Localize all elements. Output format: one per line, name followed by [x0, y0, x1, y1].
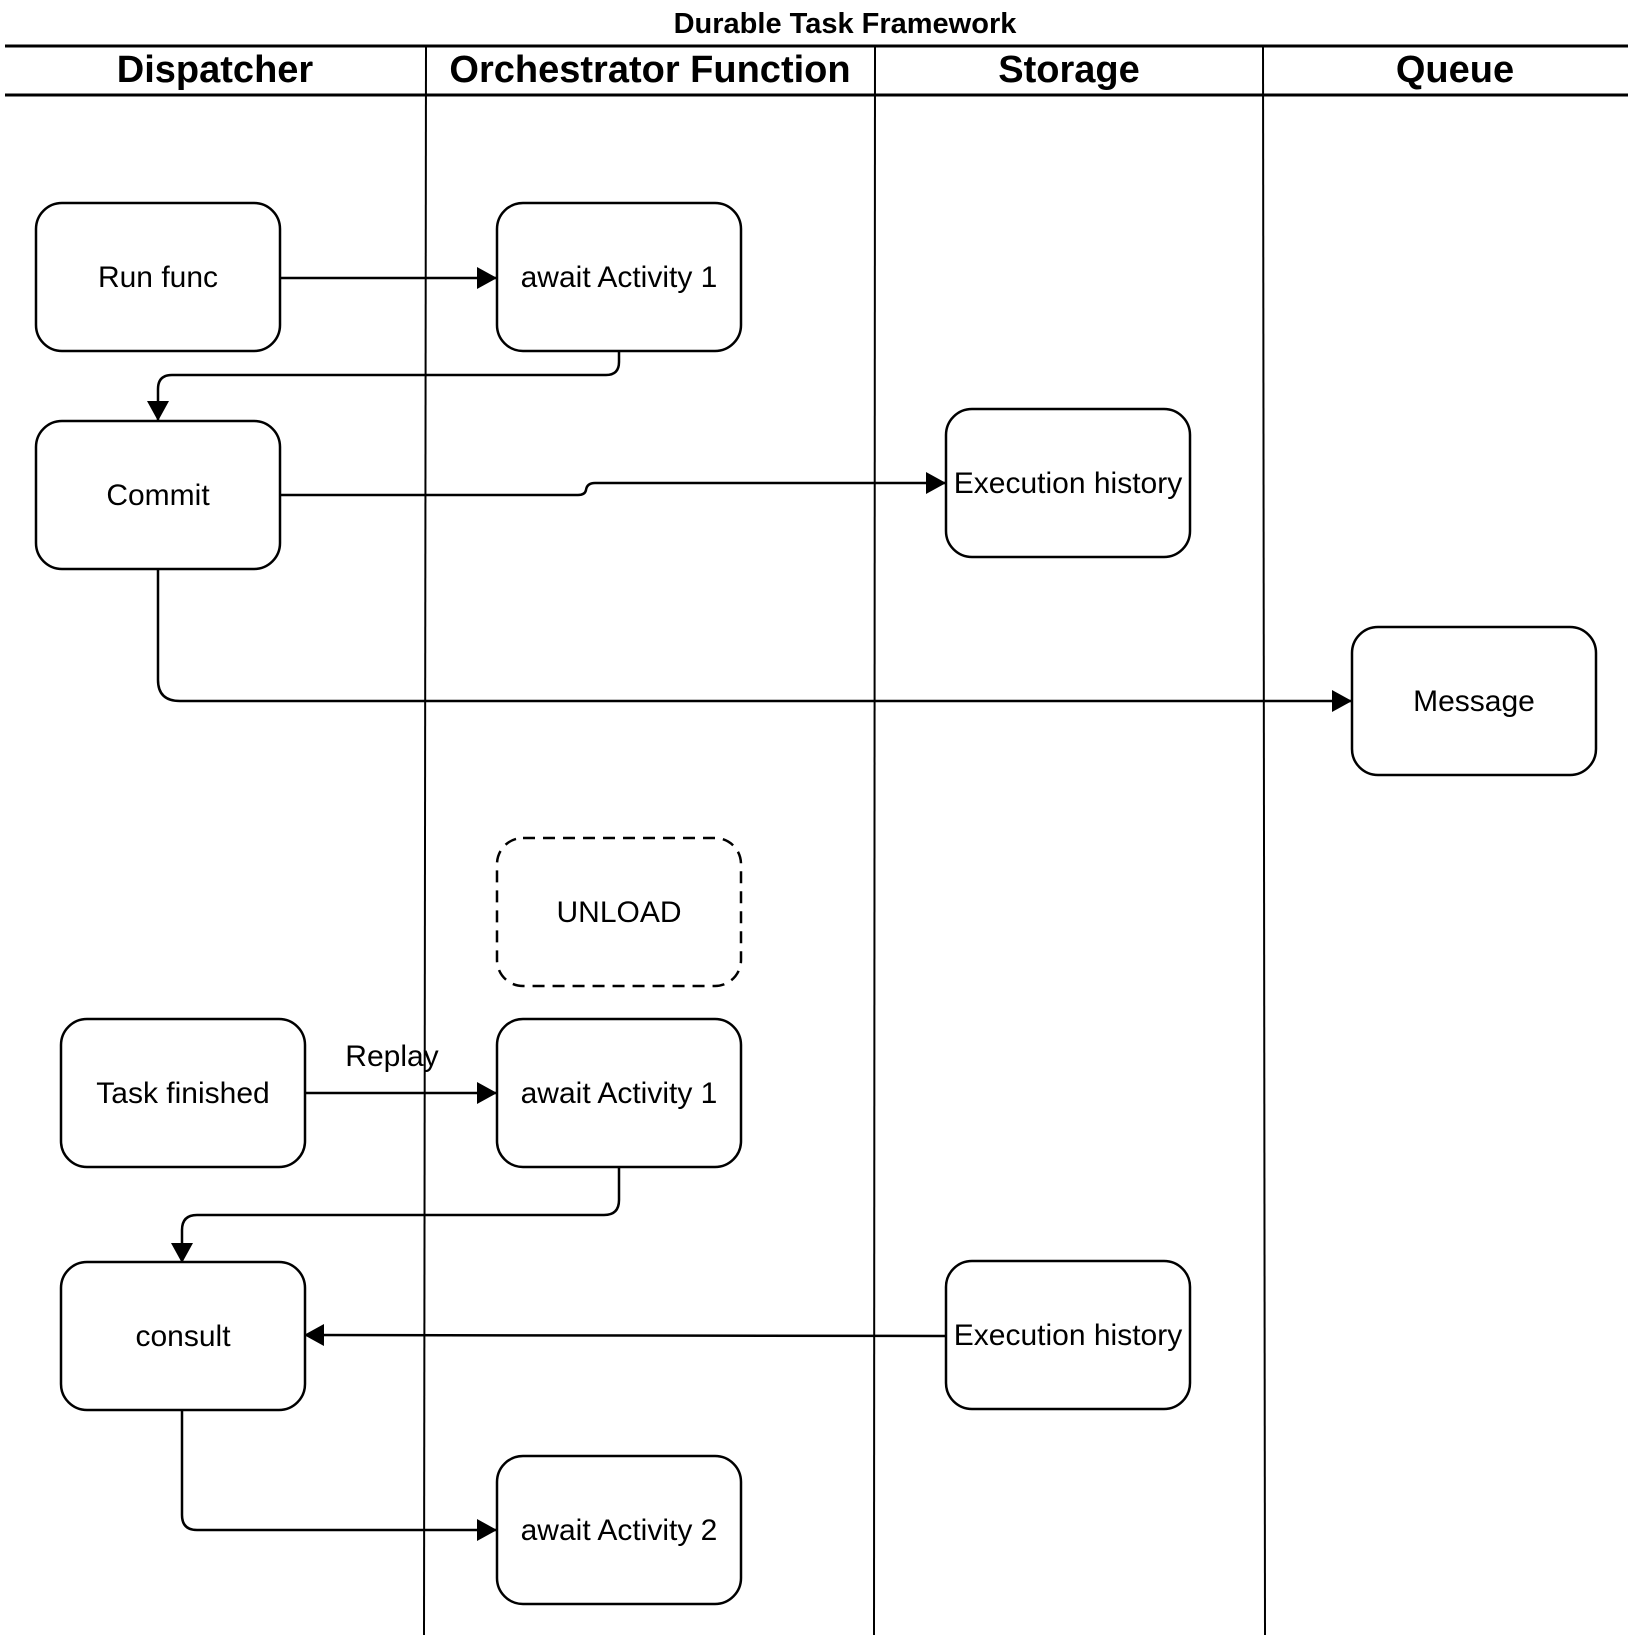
lane-header-storage: Storage — [998, 49, 1139, 91]
edge-history-to-consult — [304, 1324, 946, 1347]
node-unload: UNLOAD — [495, 836, 743, 988]
node-label: Execution history — [954, 467, 1182, 500]
lane-header-queue: Queue — [1396, 49, 1514, 91]
node-task-finished: Task finished — [59, 1017, 307, 1169]
lane-divider — [1262, 45, 1266, 1635]
lane-header-orchestrator: Orchestrator Function — [449, 49, 850, 91]
node-label: await Activity 1 — [521, 1077, 718, 1110]
edge-commit-to-message — [156, 569, 1352, 712]
node-label: Commit — [106, 479, 210, 512]
node-label: await Activity 1 — [521, 261, 718, 294]
node-await-activity-2: await Activity 2 — [495, 1454, 743, 1606]
node-execution-history-read: Execution history — [944, 1259, 1192, 1411]
node-commit: Commit — [34, 419, 282, 571]
node-label: Message — [1413, 685, 1535, 718]
edge-consult-to-activity2 — [180, 1410, 497, 1541]
node-consult: consult — [59, 1260, 307, 1412]
lane-divider — [423, 45, 427, 1635]
edge-label-replay: Replay — [345, 1040, 438, 1073]
node-label: await Activity 2 — [521, 1514, 718, 1547]
lane-divider — [873, 45, 876, 1635]
node-message: Message — [1350, 625, 1598, 777]
swimlane-diagram: Durable Task Framework Dispatcher Orches… — [5, 8, 1628, 1635]
node-execution-history-write: Execution history — [944, 407, 1192, 559]
node-run-func: Run func — [34, 201, 282, 353]
edge-commit-to-history — [280, 472, 946, 497]
edge-activity1-to-commit — [147, 352, 621, 421]
node-label: consult — [135, 1320, 231, 1353]
edge-activity1-to-consult — [171, 1167, 621, 1263]
node-await-activity-1-replay: await Activity 1 — [495, 1017, 743, 1169]
node-label: Execution history — [954, 1319, 1182, 1352]
node-label: Run func — [98, 261, 218, 294]
lane-header-dispatcher: Dispatcher — [117, 49, 314, 91]
node-await-activity-1: await Activity 1 — [495, 201, 743, 353]
node-label: Task finished — [96, 1077, 269, 1110]
diagram-title: Durable Task Framework — [674, 8, 1018, 40]
node-label: UNLOAD — [556, 896, 681, 929]
